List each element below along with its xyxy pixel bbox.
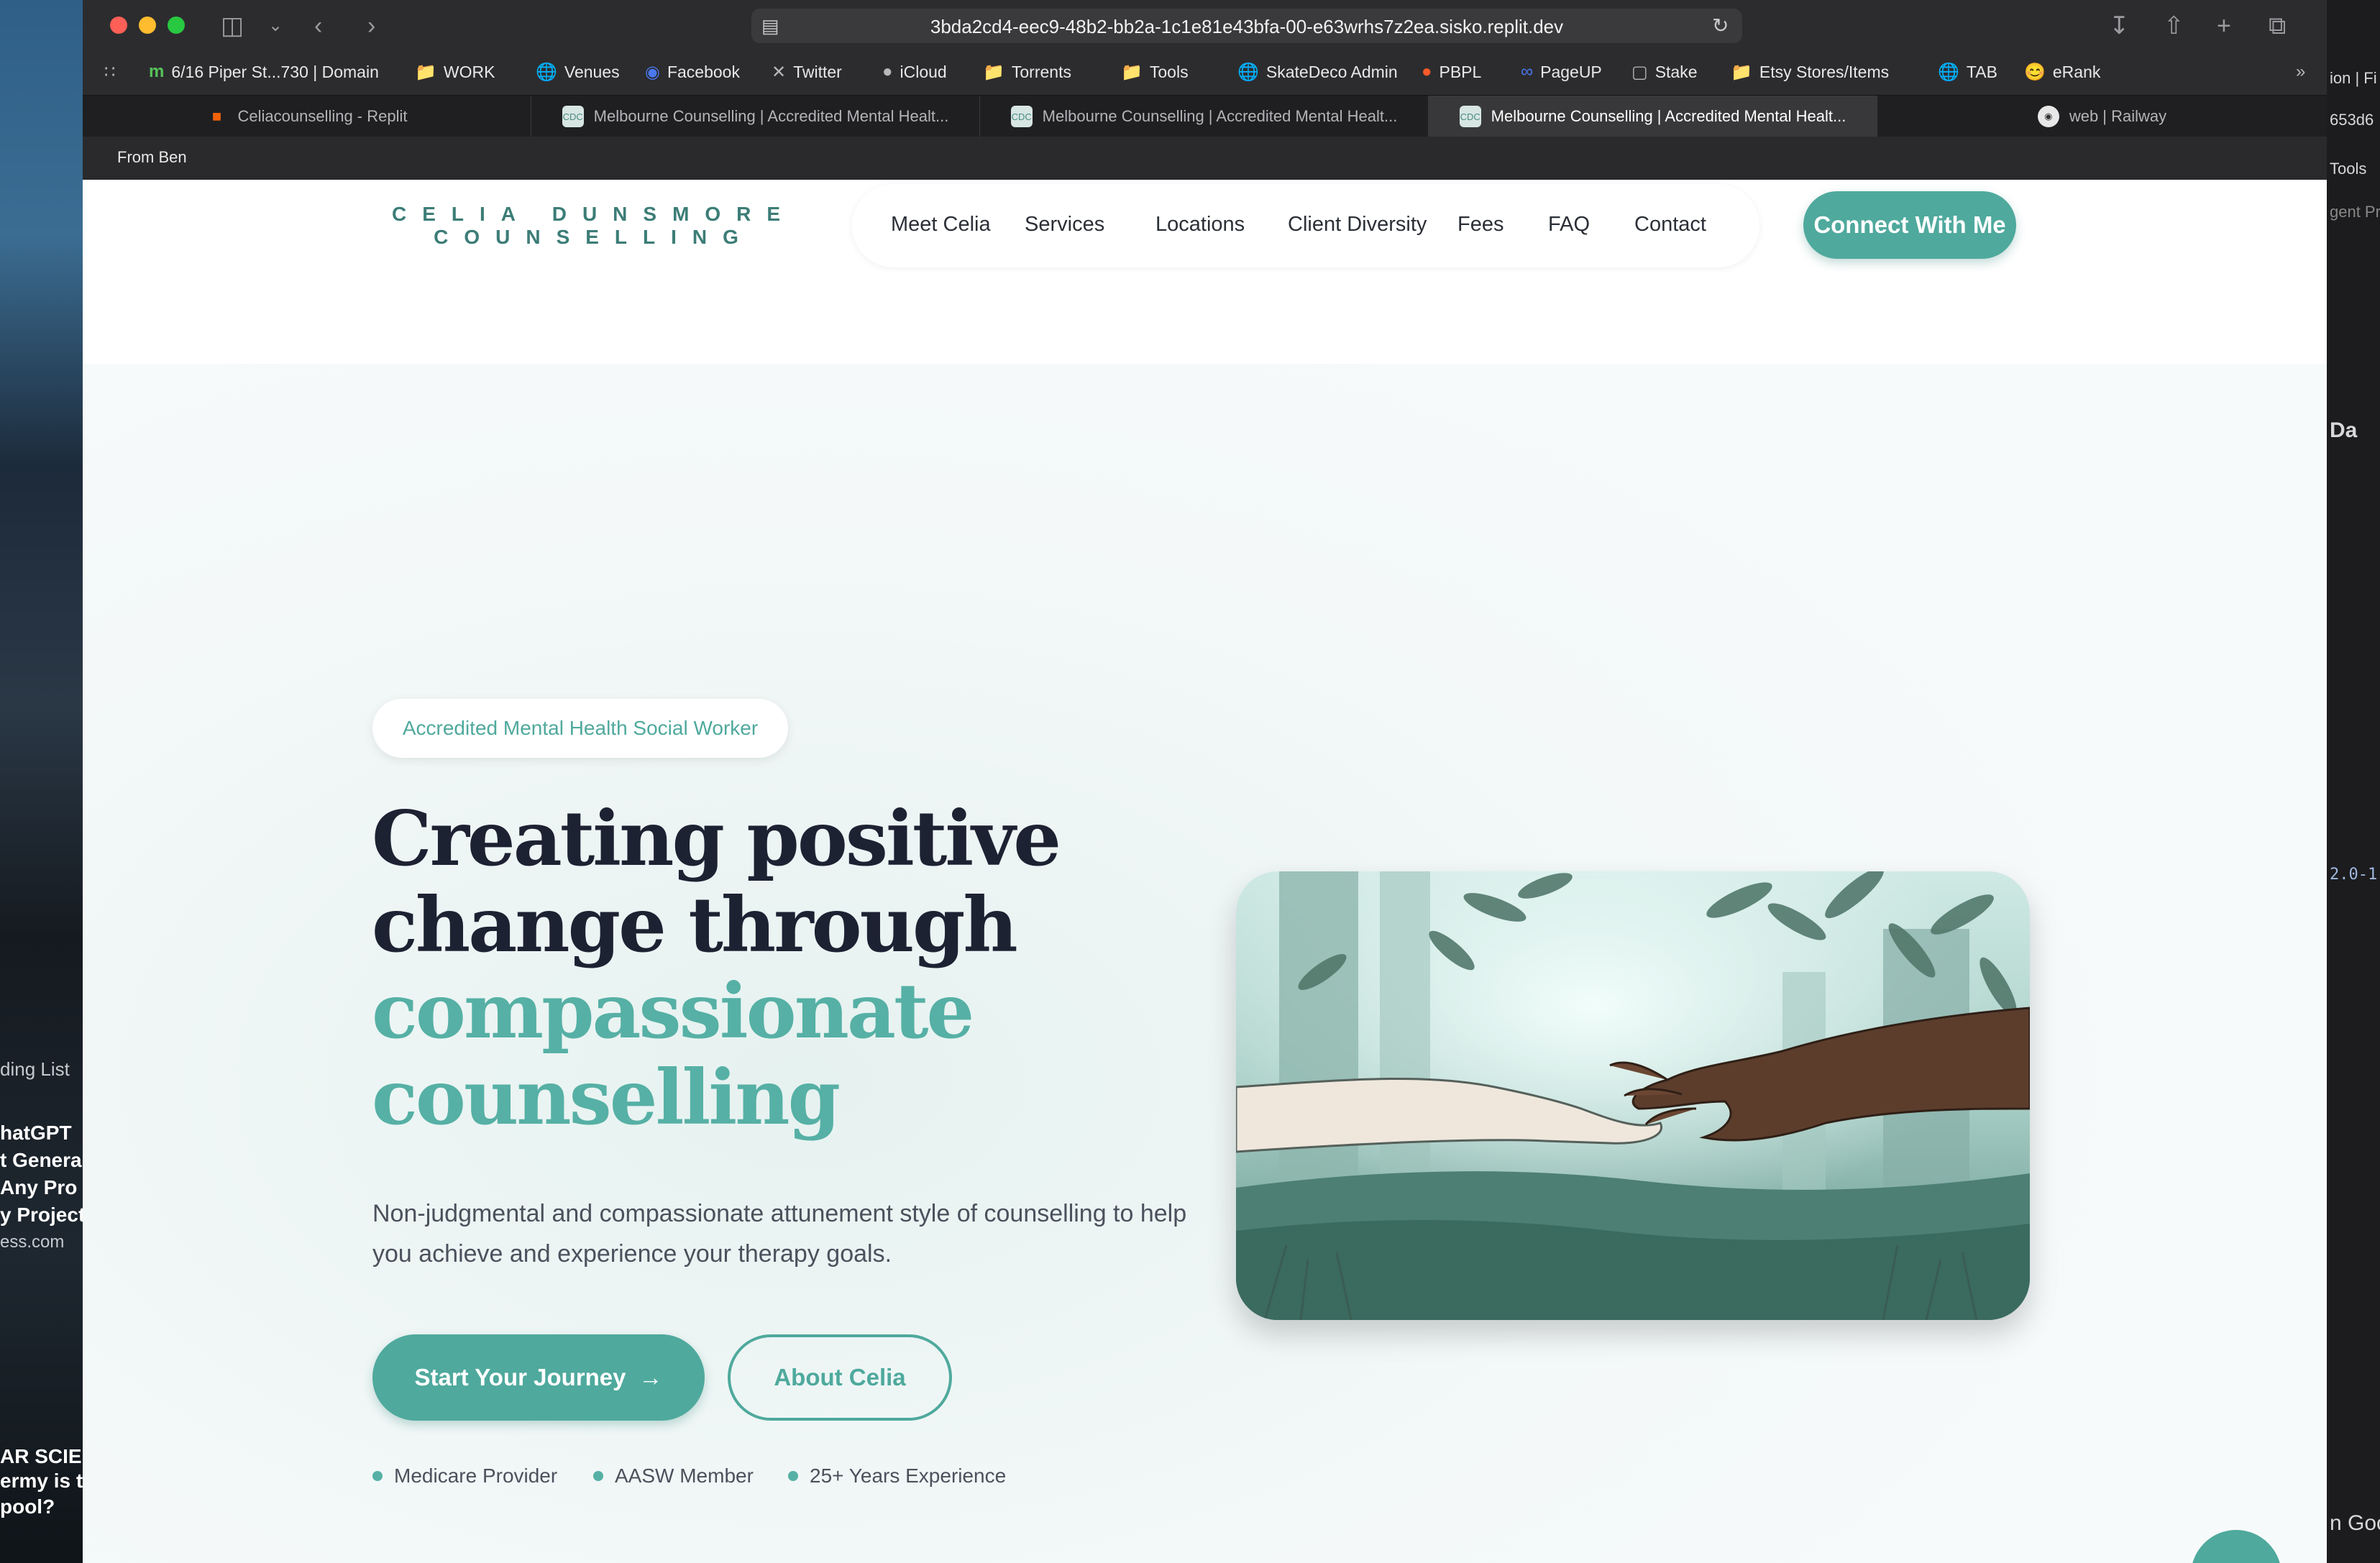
desktop-background-right: ion | Fi 653d6 Tools gent Pr Da 2.0-1 n … (2327, 0, 2380, 1563)
shared-with-you-bar[interactable]: From Ben (83, 137, 2327, 180)
arrow-right-icon: → (639, 1364, 663, 1390)
bookmark-item[interactable]: ◉ Facebook (645, 62, 740, 83)
about-celia-button[interactable]: About Celia (728, 1334, 952, 1421)
sidebar-toggle-icon[interactable]: ◫ (221, 10, 244, 42)
reload-icon[interactable]: ↻ (1712, 10, 1729, 42)
desktop-text: n Goo (2330, 1511, 2380, 1535)
nav-fees[interactable]: Fees (1457, 213, 1503, 237)
bookmark-item[interactable]: ● PBPL (1422, 62, 1481, 82)
share-icon[interactable]: ⇧ (2164, 10, 2184, 42)
bookmark-item[interactable]: 📁 Etsy Stores/Items (1731, 62, 1889, 83)
desktop-text: gent Pr (2330, 203, 2380, 221)
desktop-text: 2.0-1 (2330, 866, 2378, 884)
minimize-window-button[interactable] (139, 17, 156, 34)
desktop-text: ess.com (0, 1232, 65, 1252)
desktop-background-left: ding List hatGPT t Genera Any Pro y Proj… (0, 0, 83, 1563)
tab-bar: ■ Celiacounselling - Replit CDC Melbourne … (83, 95, 2327, 137)
bookmark-item[interactable]: 🌐 TAB (1938, 62, 1997, 83)
bookmark-item[interactable]: 🌐 Venues (536, 62, 620, 83)
browser-tab[interactable]: ■ Celiacounselling - Replit (83, 96, 531, 137)
bookmark-item[interactable]: 📁 Torrents (983, 62, 1071, 83)
new-tab-icon[interactable]: + (2217, 10, 2231, 42)
hero-illustration (1236, 871, 2030, 1320)
nav-meet-celia[interactable]: Meet Celia (891, 213, 991, 237)
header-spacer (83, 272, 2327, 364)
bookmark-item[interactable]: ✕ Twitter (772, 62, 842, 83)
desktop-text: ding List (0, 1058, 70, 1080)
browser-tab[interactable]: CDC Melbourne Counselling | Accredited Me… (531, 96, 980, 137)
bullet-dot-icon (372, 1471, 383, 1481)
browser-tab[interactable]: ◉ web | Railway (1877, 96, 2327, 137)
maximize-window-button[interactable] (168, 17, 185, 34)
nav-faq[interactable]: FAQ (1548, 213, 1590, 237)
site-favicon-icon: CDC (1010, 106, 1033, 127)
replit-icon: ■ (211, 107, 222, 125)
main-nav: Meet Celia Services Locations Client Div… (852, 184, 1759, 267)
bookmark-item[interactable]: 📁 WORK (415, 62, 495, 83)
bookmark-item[interactable]: ● iCloud (882, 62, 947, 82)
hero-description: Non-judgmental and compassionate attunem… (372, 1200, 1187, 1268)
desktop-text: 653d6 (2330, 111, 2374, 129)
bookmark-item[interactable]: 🌐 SkateDeco Admin (1237, 62, 1398, 83)
desktop-text: pool? (0, 1495, 55, 1518)
desktop-text: Tools (2330, 160, 2367, 178)
bookmarks-bar: ∷ m 6/16 Piper St...730 | Domain 📁 WORK 🌐 V… (83, 52, 2327, 95)
feature-item: AASW Member (593, 1465, 754, 1488)
desktop-text: y Project (0, 1204, 83, 1226)
desktop-text: AR SCIEN (0, 1445, 83, 1467)
from-label: From Ben (117, 148, 187, 166)
nav-locations[interactable]: Locations (1155, 213, 1245, 237)
nav-client-diversity[interactable]: Client Diversity (1288, 213, 1427, 237)
desktop-text: Da (2330, 418, 2358, 442)
forward-arrow-icon[interactable]: › (367, 10, 375, 42)
chat-button[interactable] (2191, 1530, 2281, 1563)
browser-toolbar: ◫ ⌄ ‹ › ▤ 3bda2cd4-eec9-48b2-bb2a-1c1e81… (83, 0, 2327, 52)
site-logo[interactable]: CELIA DUNSMORE COUNSELLING (392, 203, 796, 249)
desktop-text: t Genera (0, 1149, 82, 1171)
bullet-dot-icon (593, 1471, 603, 1481)
hero-heading: Creating positive change through compass… (372, 794, 1061, 1142)
browser-tab[interactable]: CDC Melbourne Counselling | Accredited Me… (980, 96, 1429, 137)
more-bookmarks-icon[interactable]: » (2296, 62, 2305, 82)
back-arrow-icon[interactable]: ‹ (314, 10, 322, 42)
connect-with-me-button[interactable]: Connect With Me (1803, 191, 2016, 259)
nav-services[interactable]: Services (1025, 213, 1104, 237)
desktop-text: ermy is th (0, 1470, 83, 1492)
address-bar[interactable]: ▤ 3bda2cd4-eec9-48b2-bb2a-1c1e81e43bfa-0… (751, 9, 1742, 43)
feature-item: Medicare Provider (372, 1465, 557, 1488)
chevron-down-icon[interactable]: ⌄ (268, 10, 283, 42)
credential-badge: Accredited Mental Health Social Worker (372, 699, 788, 758)
site-favicon-icon: CDC (1459, 106, 1481, 127)
site-header: CELIA DUNSMORE COUNSELLING Meet Celia Se… (83, 180, 2327, 272)
railway-icon: ◉ (2037, 106, 2059, 127)
desktop-text: ion | Fi (2330, 69, 2377, 87)
start-your-journey-button[interactable]: Start Your Journey → (372, 1334, 705, 1421)
apps-grid-icon[interactable]: ∷ (104, 62, 115, 83)
bullet-dot-icon (788, 1471, 798, 1481)
nav-contact[interactable]: Contact (1634, 213, 1706, 237)
bookmark-item[interactable]: ∞ PageUP (1521, 62, 1602, 82)
feature-item: 25+ Years Experience (788, 1465, 1006, 1488)
bookmark-item[interactable]: 😊 eRank (2024, 62, 2100, 83)
bookmark-item[interactable]: ▢ Stake (1631, 62, 1698, 83)
downloads-icon[interactable]: ↧ (2109, 10, 2130, 42)
web-page: CELIA DUNSMORE COUNSELLING Meet Celia Se… (83, 180, 2327, 1563)
tab-overview-icon[interactable]: ⧉ (2269, 10, 2286, 42)
bookmark-item[interactable]: 📁 Tools (1121, 62, 1189, 83)
bookmark-item[interactable]: m 6/16 Piper St...730 | Domain (149, 62, 379, 82)
desktop-text: hatGPT (0, 1122, 72, 1144)
browser-window: ◫ ⌄ ‹ › ▤ 3bda2cd4-eec9-48b2-bb2a-1c1e81… (83, 0, 2327, 1563)
desktop-text: Any Pro (0, 1176, 78, 1198)
browser-tab-active[interactable]: CDC Melbourne Counselling | Accredited Me… (1429, 96, 1877, 137)
site-favicon-icon: CDC (562, 106, 584, 127)
close-window-button[interactable] (110, 17, 127, 34)
url-text: 3bda2cd4-eec9-48b2-bb2a-1c1e81e43bfa-00-… (930, 16, 1564, 37)
